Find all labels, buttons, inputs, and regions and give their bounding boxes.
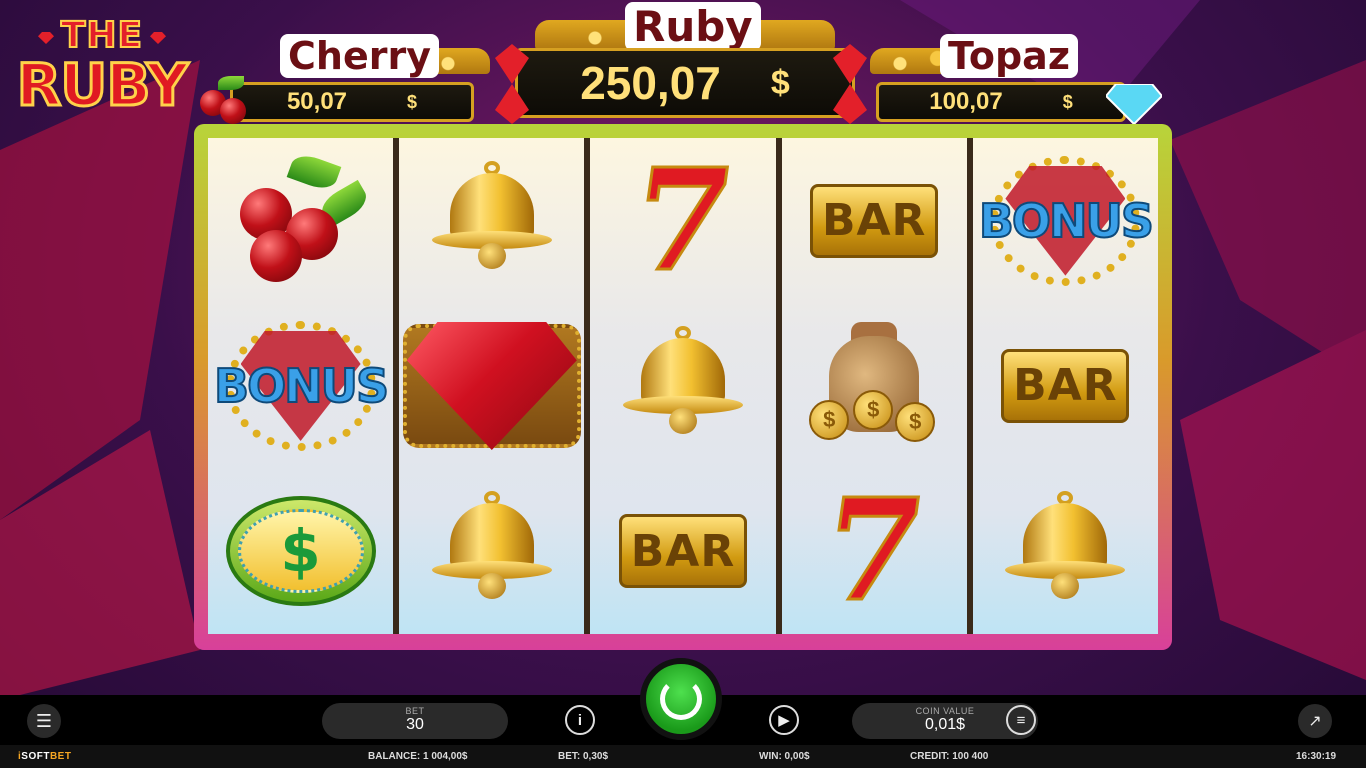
jackpot-cherry-plate: 50,07 $ — [230, 82, 474, 122]
money-bag-icon: $ $ $ — [809, 316, 939, 456]
jackpot-ruby: Ruby 250,07 $ — [495, 0, 875, 126]
info-icon: i — [577, 711, 583, 729]
jackpot-cherry: Cherry 50,07 $ — [200, 30, 500, 130]
isoftbet-logo: iSOFTBET — [18, 751, 72, 762]
balance-readout: BALANCE: 1 004,00$ — [368, 751, 468, 762]
seven-icon: 7 — [621, 137, 744, 304]
reel-1: BONUS $ — [208, 138, 394, 634]
cherry-icon — [200, 76, 250, 126]
list-menu-icon: ☰ — [35, 710, 53, 731]
symbol-bar: BAR — [608, 476, 758, 626]
win-readout: WIN: 0,00$ — [759, 751, 810, 762]
coin-stack-icon: ≡ — [1016, 711, 1026, 729]
jackpot-ruby-value: 250,07 — [580, 57, 721, 109]
jackpot-topaz-plate: 100,07 $ — [876, 82, 1126, 122]
jackpot-ruby-plate: 250,07 $ — [515, 48, 855, 118]
status-bar: iSOFTBET BALANCE: 1 004,00$ BET: 0,30$ W… — [0, 745, 1366, 768]
game-logo: THE RUBY — [12, 17, 192, 136]
bell-icon — [431, 160, 552, 281]
external-link-button[interactable]: ↗ — [1298, 704, 1332, 738]
symbol-ruby — [402, 311, 581, 461]
jackpot-cherry-currency: $ — [407, 91, 418, 112]
reel-5: BONUS BAR — [972, 138, 1159, 634]
jackpot-ruby-title: Ruby — [625, 2, 761, 51]
topaz-diamond-icon — [1106, 84, 1162, 124]
symbol-bell — [417, 146, 567, 296]
symbol-bonus: BONUS — [978, 146, 1155, 296]
dollar-coin-icon: $ — [225, 496, 376, 607]
bell-icon — [431, 491, 552, 611]
credit-readout: CREDIT: 100 400 — [910, 751, 989, 762]
jackpot-topaz-currency: $ — [1062, 91, 1073, 112]
logo-ruby: RUBY — [15, 51, 190, 119]
symbol-seven: 7 — [608, 137, 758, 304]
bet-label: BET — [405, 706, 425, 716]
coin-stack-button[interactable]: ≡ — [1006, 705, 1036, 735]
symbol-cherry — [226, 146, 376, 296]
bar-label: BAR — [810, 183, 939, 258]
symbol-bar: BAR — [799, 146, 949, 296]
spin-arrow-icon — [660, 678, 702, 720]
bet-selector[interactable]: BET 30 — [322, 703, 508, 739]
symbol-bell — [608, 311, 758, 461]
symbol-seven: 7 — [799, 468, 949, 635]
bar-label: BAR — [619, 514, 747, 589]
reels-area: BONUS $ 7 BAR BAR $ $ $ 7 BONUS BAR — [208, 137, 1159, 635]
info-button[interactable]: i — [565, 705, 595, 735]
symbol-bell — [417, 476, 567, 626]
jackpot-ruby-currency: $ — [770, 63, 790, 102]
symbol-bell — [990, 476, 1140, 626]
spin-button[interactable] — [640, 658, 722, 740]
menu-button[interactable]: ☰ — [27, 704, 61, 738]
jackpot-topaz-title: Topaz — [940, 34, 1078, 78]
jackpot-cherry-value: 50,07 — [286, 88, 348, 115]
symbol-dollar-coin: $ — [225, 476, 376, 626]
symbol-bonus: BONUS — [213, 311, 390, 461]
ruby-icon — [402, 321, 581, 450]
seven-icon: 7 — [812, 468, 935, 635]
cherry-icon — [236, 150, 372, 286]
bar-label: BAR — [1001, 348, 1130, 423]
symbol-money-bag: $ $ $ — [799, 311, 949, 461]
bell-icon — [623, 325, 743, 446]
bonus-label: BONUS — [978, 193, 1155, 249]
reel-frame: BONUS $ 7 BAR BAR $ $ $ 7 BONUS BAR — [194, 124, 1172, 650]
reel-2 — [399, 138, 585, 634]
autoplay-icon: ▶ — [778, 712, 790, 729]
clock: 16:30:19 — [1296, 751, 1337, 762]
reel-4: BAR $ $ $ 7 — [781, 138, 967, 635]
jackpot-cherry-title: Cherry — [280, 34, 439, 78]
external-link-icon: ↗ — [1308, 713, 1322, 730]
bell-icon — [1005, 491, 1126, 611]
jackpot-topaz: Topaz 100,07 $ — [860, 30, 1165, 130]
ruby-gem-icon — [495, 44, 529, 124]
symbol-bar: BAR — [990, 311, 1140, 461]
bet-readout: BET: 0,30$ — [558, 751, 609, 762]
bet-value: 30 — [406, 716, 424, 733]
reel-3: 7 BAR — [590, 137, 776, 634]
bonus-label: BONUS — [213, 358, 390, 414]
autoplay-button[interactable]: ▶ — [769, 705, 799, 735]
jackpot-topaz-value: 100,07 — [929, 88, 1003, 115]
